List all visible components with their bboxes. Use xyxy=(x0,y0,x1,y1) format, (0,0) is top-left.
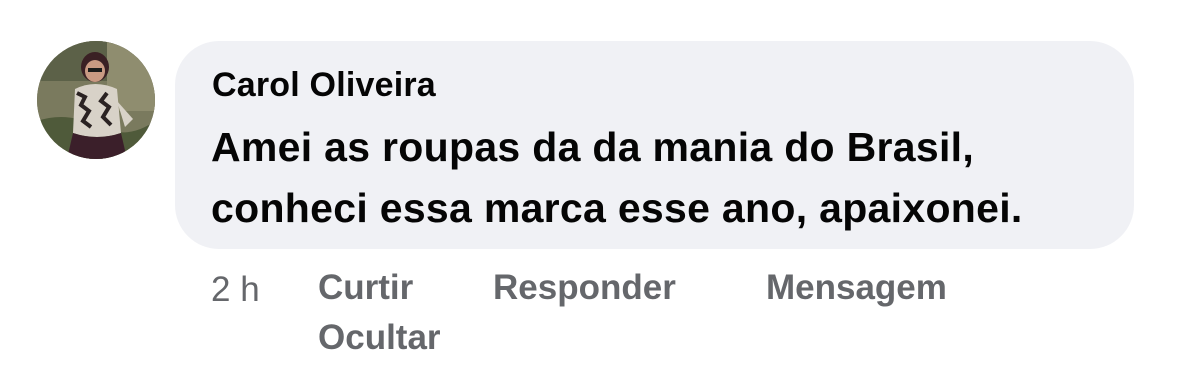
profile-photo xyxy=(37,41,155,159)
message-button[interactable]: Mensagem xyxy=(766,268,947,308)
comment-bubble: Carol Oliveira Amei as roupas da da mani… xyxy=(175,41,1134,249)
comment-text-line: Amei as roupas da da mania do Brasil, xyxy=(211,124,975,170)
avatar[interactable] xyxy=(37,41,155,159)
comment-author[interactable]: Carol Oliveira xyxy=(212,66,436,105)
comment-text-line: conheci essa marca esse ano, apaixonei. xyxy=(211,185,1023,231)
hide-button[interactable]: Ocultar xyxy=(318,318,441,358)
comment-timestamp[interactable]: 2 h xyxy=(211,270,260,310)
comment-text: Amei as roupas da da mania do Brasil, co… xyxy=(211,117,1111,239)
comment-actions: 2 h Curtir Responder Mensagem Ocultar xyxy=(211,268,1011,368)
reply-button[interactable]: Responder xyxy=(493,268,676,308)
like-button[interactable]: Curtir xyxy=(318,268,413,308)
